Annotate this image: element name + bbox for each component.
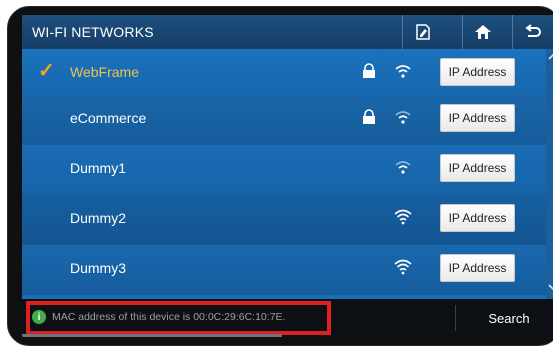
- header-bar: WI-FI NETWORKS: [22, 15, 553, 49]
- scroll-up-icon[interactable]: [548, 51, 553, 61]
- network-row-dummy3[interactable]: Dummy3 IP Address: [22, 245, 546, 295]
- back-icon: [525, 24, 541, 37]
- ip-address-button[interactable]: IP Address: [440, 254, 515, 282]
- ip-address-button[interactable]: IP Address: [440, 58, 515, 86]
- wifi-screen: WI-FI NETWORKS ✓ WebFrame IP Address eCo…: [22, 15, 553, 337]
- network-row-dummy1[interactable]: Dummy1 IP Address: [22, 145, 546, 195]
- network-row-ecommerce[interactable]: eCommerce IP Address: [22, 95, 546, 145]
- edit-button[interactable]: [402, 15, 443, 49]
- wifi-signal-icon: [395, 111, 411, 124]
- search-button[interactable]: Search: [456, 299, 553, 337]
- lock-icon: [363, 109, 375, 124]
- wifi-signal-icon: [394, 209, 412, 225]
- lock-icon: [363, 63, 375, 78]
- back-button[interactable]: [512, 15, 553, 49]
- ip-address-button[interactable]: IP Address: [440, 204, 515, 232]
- ip-address-button[interactable]: IP Address: [440, 154, 515, 182]
- network-list: ✓ WebFrame IP Address eCommerce IP Addre…: [22, 49, 546, 299]
- home-icon: [475, 25, 491, 39]
- scroll-down-icon[interactable]: [548, 283, 553, 293]
- edit-icon: [416, 24, 430, 40]
- network-name: eCommerce: [70, 110, 147, 126]
- list-scrollbar[interactable]: [546, 49, 553, 299]
- network-row-webframe[interactable]: ✓ WebFrame IP Address: [22, 49, 546, 95]
- network-row-dummy2[interactable]: Dummy2 IP Address: [22, 195, 546, 245]
- page-title: WI-FI NETWORKS: [32, 24, 154, 40]
- wifi-signal-icon: [395, 65, 411, 78]
- network-name: Dummy1: [70, 160, 127, 176]
- network-name: Dummy3: [70, 260, 127, 276]
- checkmark-icon: ✓: [38, 60, 55, 82]
- highlight-box: [26, 301, 331, 335]
- home-button[interactable]: [462, 15, 503, 49]
- wifi-signal-icon: [395, 161, 411, 174]
- ip-address-button[interactable]: IP Address: [440, 104, 515, 132]
- device-frame: WI-FI NETWORKS ✓ WebFrame IP Address eCo…: [7, 6, 553, 346]
- network-name: WebFrame: [70, 64, 139, 80]
- status-footer: i MAC address of this device is 00:0C:29…: [22, 299, 553, 337]
- network-name: Dummy2: [70, 210, 127, 226]
- wifi-signal-icon: [394, 259, 412, 275]
